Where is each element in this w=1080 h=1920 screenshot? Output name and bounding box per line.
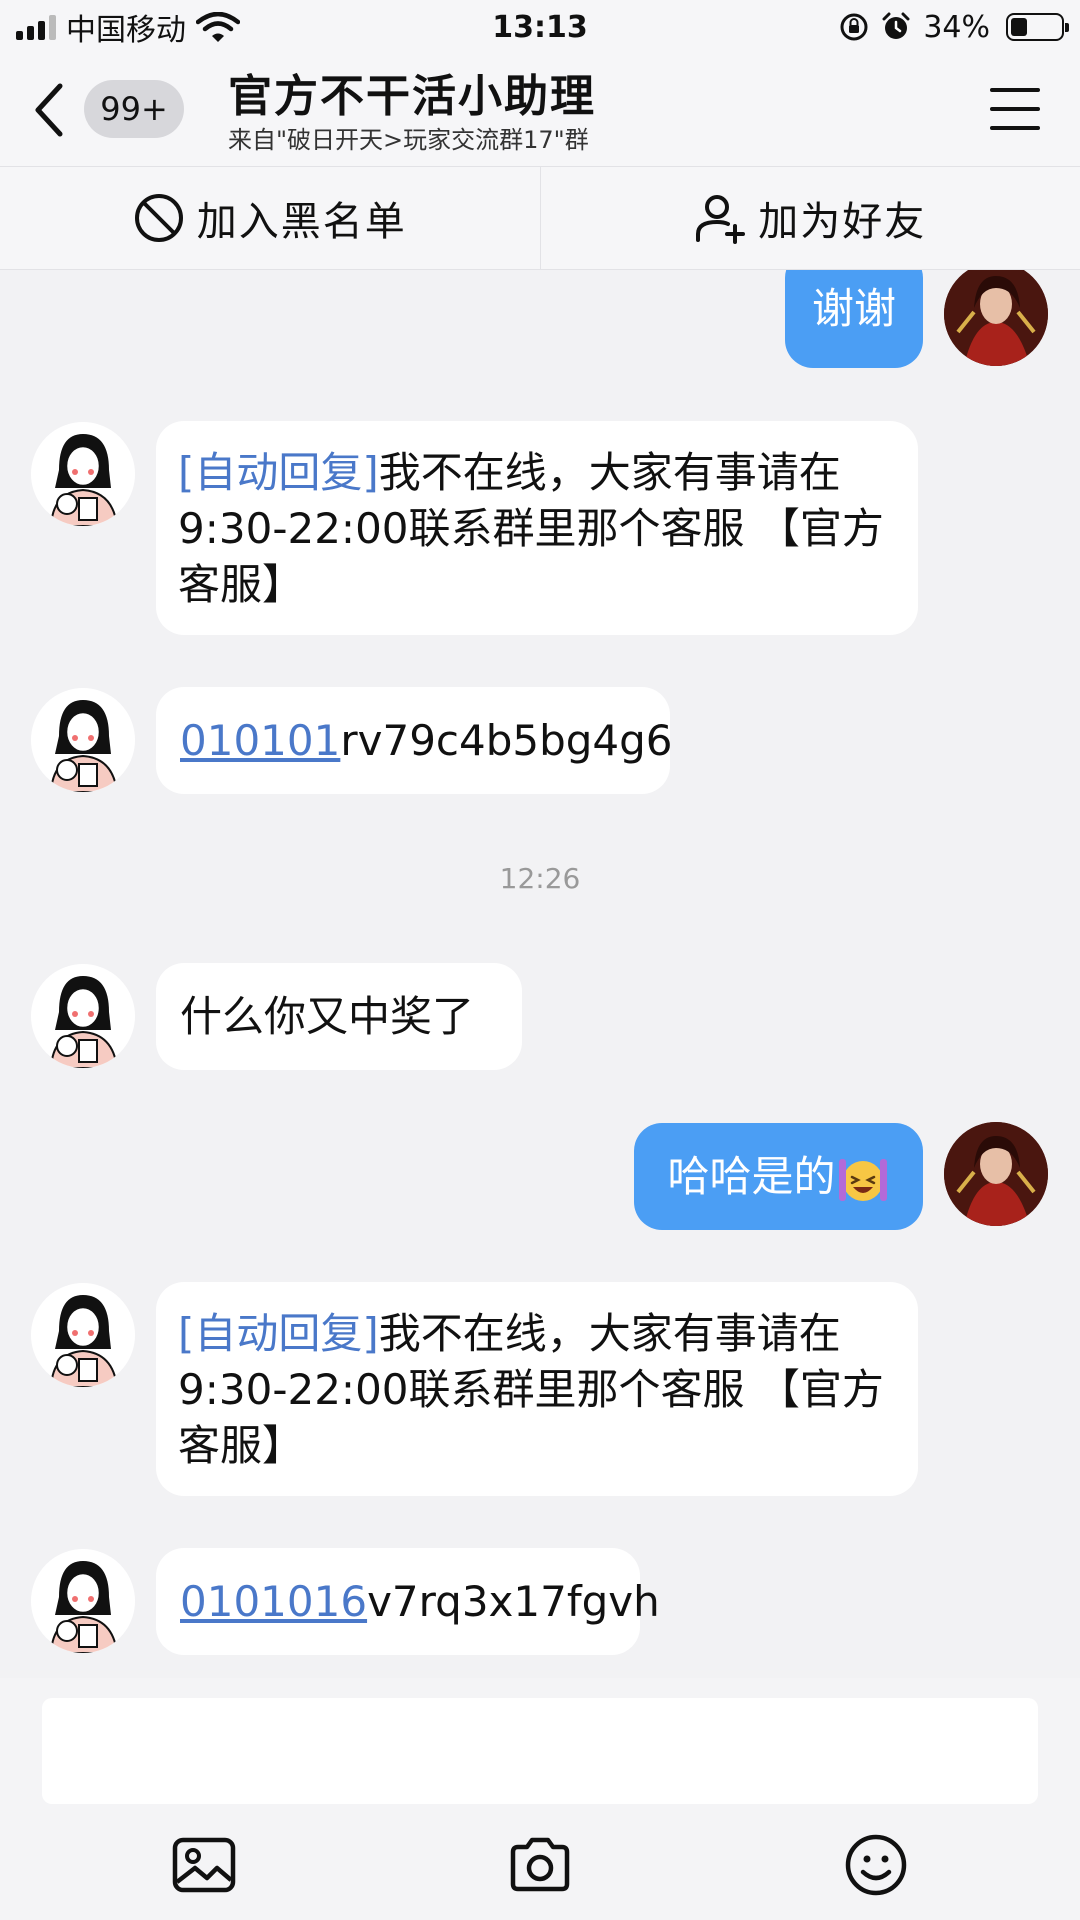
battery-percent: 34%: [923, 9, 990, 45]
contact-avatar-image: [31, 1283, 135, 1387]
message-text: v7rq3x17fgvh: [367, 1577, 660, 1626]
block-icon: [134, 194, 183, 242]
user-avatar-image: [944, 1122, 1048, 1226]
avatar[interactable]: [31, 422, 135, 526]
contact-avatar-image: [31, 1549, 135, 1653]
message-bubble-incoming[interactable]: 0101016v7rq3x17fgvh: [156, 1548, 660, 1655]
message-bubble-incoming[interactable]: 010101rv79c4b5bg4g6: [156, 687, 673, 794]
message-link[interactable]: 010101: [180, 716, 340, 765]
carrier-label: 中国移动: [66, 13, 186, 48]
orientation-lock-icon: [840, 13, 868, 41]
avatar[interactable]: [31, 688, 135, 792]
message-text: 什么你又中奖了: [180, 992, 475, 1041]
message-bubble-outgoing[interactable]: 谢谢: [785, 270, 923, 368]
chat-title: 官方不干活小助理: [228, 71, 596, 122]
wifi-icon: [196, 12, 240, 42]
chevron-left-icon[interactable]: [30, 82, 70, 138]
contact-avatar-image: [31, 422, 135, 526]
status-bar: 中国移动 13:13 34%: [0, 0, 1080, 54]
message-bubble-incoming[interactable]: 什么你又中奖了: [156, 963, 522, 1070]
smiley-icon[interactable]: [843, 1832, 909, 1898]
message-list[interactable]: 谢谢 [自动回复]我不在线，大家有事请在9:30-22:00联系群里那个客服 【…: [0, 270, 1080, 1678]
message-text: 哈哈是的: [667, 1152, 836, 1201]
message-bubble-incoming[interactable]: [自动回复]我不在线，大家有事请在9:30-22:00联系群里那个客服 【官方客…: [156, 421, 918, 635]
add-user-icon: [696, 195, 746, 244]
chat-header: 99+ 官方不干活小助理 来自"破日开天>玩家交流群17"群: [0, 54, 1080, 166]
battery-icon: [1006, 13, 1069, 41]
action-bar: 加入黑名单 加为好友: [0, 166, 1080, 270]
auto-reply-tag: [自动回复]: [178, 448, 379, 497]
chat-subtitle: 来自"破日开天>玩家交流群17"群: [228, 126, 589, 154]
battery-level: [1011, 18, 1028, 36]
message-text: rv79c4b5bg4g6: [340, 716, 673, 765]
image-icon[interactable]: [171, 1832, 237, 1898]
message-text: 谢谢: [811, 284, 896, 333]
message-timestamp: 12:26: [499, 862, 581, 895]
message-link[interactable]: 0101016: [180, 1577, 367, 1626]
message-bubble-outgoing[interactable]: 哈哈是的: [634, 1123, 923, 1230]
contact-avatar-image: [31, 688, 135, 792]
avatar[interactable]: [31, 964, 135, 1068]
user-avatar-image: [944, 270, 1048, 366]
avatar[interactable]: [31, 1549, 135, 1653]
message-input[interactable]: [42, 1698, 1038, 1804]
hamburger-menu-icon[interactable]: [990, 88, 1040, 130]
add-friend-label: 加为好友: [758, 199, 927, 245]
contact-avatar-image: [31, 964, 135, 1068]
laughing-emoji-icon: [838, 1158, 887, 1201]
message-bubble-incoming[interactable]: [自动回复]我不在线，大家有事请在9:30-22:00联系群里那个客服 【官方客…: [156, 1282, 918, 1496]
avatar[interactable]: [944, 270, 1048, 366]
input-area: [0, 1678, 1080, 1920]
alarm-icon: [882, 12, 910, 39]
auto-reply-tag: [自动回复]: [178, 1309, 379, 1358]
avatar[interactable]: [31, 1283, 135, 1387]
add-friend-button[interactable]: 加为好友: [539, 167, 1080, 269]
block-button[interactable]: 加入黑名单: [0, 167, 540, 269]
block-label: 加入黑名单: [196, 199, 407, 245]
unread-count-badge[interactable]: 99+: [84, 80, 184, 138]
camera-icon[interactable]: [507, 1832, 573, 1898]
signal-icon: [16, 14, 56, 40]
avatar[interactable]: [944, 1122, 1048, 1226]
